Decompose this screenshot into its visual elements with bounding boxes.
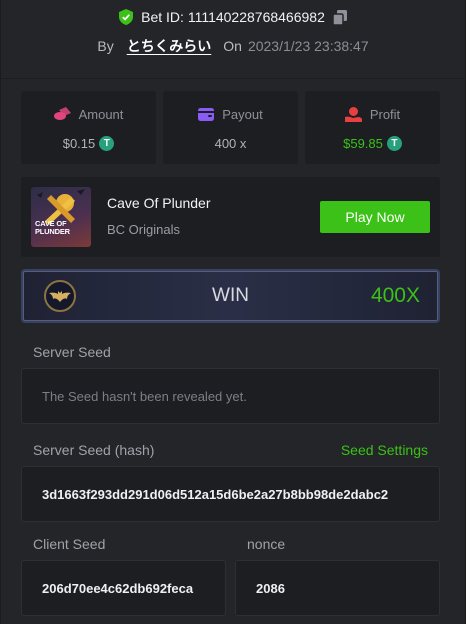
nonce-label: nonce <box>247 536 286 552</box>
bet-datetime: 2023/1/23 23:38:47 <box>247 38 369 54</box>
copy-icon[interactable] <box>332 9 347 25</box>
bet-id-text: Bet ID: 111140228768466982 <box>141 9 325 25</box>
result-banner: WIN 400X <box>21 269 440 323</box>
game-provider: BC Originals <box>107 222 180 237</box>
tether-icon: T <box>386 136 402 151</box>
profit-hand-icon <box>344 106 362 122</box>
client-seed-label: Client Seed <box>33 536 106 552</box>
bet-id-row: Bet ID: 111140228768466982 <box>0 9 466 25</box>
server-seed-label: Server Seed <box>33 344 111 360</box>
game-thumbnail-title: CAVE OF PLUNDER <box>35 219 70 236</box>
client-seed-field[interactable]: 206d70ee4c62db692feca <box>21 560 226 616</box>
game-card: CAVE OF PLUNDER Cave Of Plunder BC Origin… <box>21 177 440 257</box>
stat-profit-value: $59.85 <box>343 136 383 151</box>
stat-payout-value: 400 x <box>214 136 247 151</box>
stat-amount: Amount $0.15 T <box>21 91 156 164</box>
stat-profit-label: Profit <box>369 106 401 122</box>
bet-stats: Amount $0.15 T Payout 400 x Profit $59.8… <box>21 91 440 164</box>
on-label: On <box>223 38 242 54</box>
coins-icon <box>53 107 71 120</box>
game-thumbnail[interactable]: CAVE OF PLUNDER <box>31 187 91 247</box>
play-now-button[interactable]: Play Now <box>320 201 430 233</box>
header-divider <box>0 78 466 79</box>
username-link[interactable]: とちくみらい <box>127 36 212 56</box>
by-label: By <box>97 38 114 54</box>
stat-profit: Profit $59.85 T <box>305 91 440 164</box>
result-multiplier: 400X <box>370 284 420 307</box>
server-seed-hash-label: Server Seed (hash) <box>33 442 155 458</box>
seed-settings-link[interactable]: Seed Settings <box>341 442 428 458</box>
stat-amount-label: Amount <box>78 106 124 122</box>
swords-icon <box>37 189 85 225</box>
tether-icon: T <box>99 136 115 151</box>
server-seed-hash-field[interactable]: 3d1663f293dd291d06d512a15d6be2a27b8bb98d… <box>21 466 440 522</box>
stat-amount-value: $0.15 <box>62 136 96 151</box>
stat-payout-label: Payout <box>222 106 263 122</box>
server-seed-field: The Seed hasn't been revealed yet. <box>21 368 440 424</box>
wallet-icon <box>198 107 215 121</box>
shield-check-icon <box>119 9 134 25</box>
game-title: Cave Of Plunder <box>107 195 211 211</box>
author-row: By とちくみらい On 2023/1/23 23:38:47 <box>0 36 466 56</box>
nonce-field[interactable]: 2086 <box>235 560 440 616</box>
stat-payout: Payout 400 x <box>163 91 298 164</box>
